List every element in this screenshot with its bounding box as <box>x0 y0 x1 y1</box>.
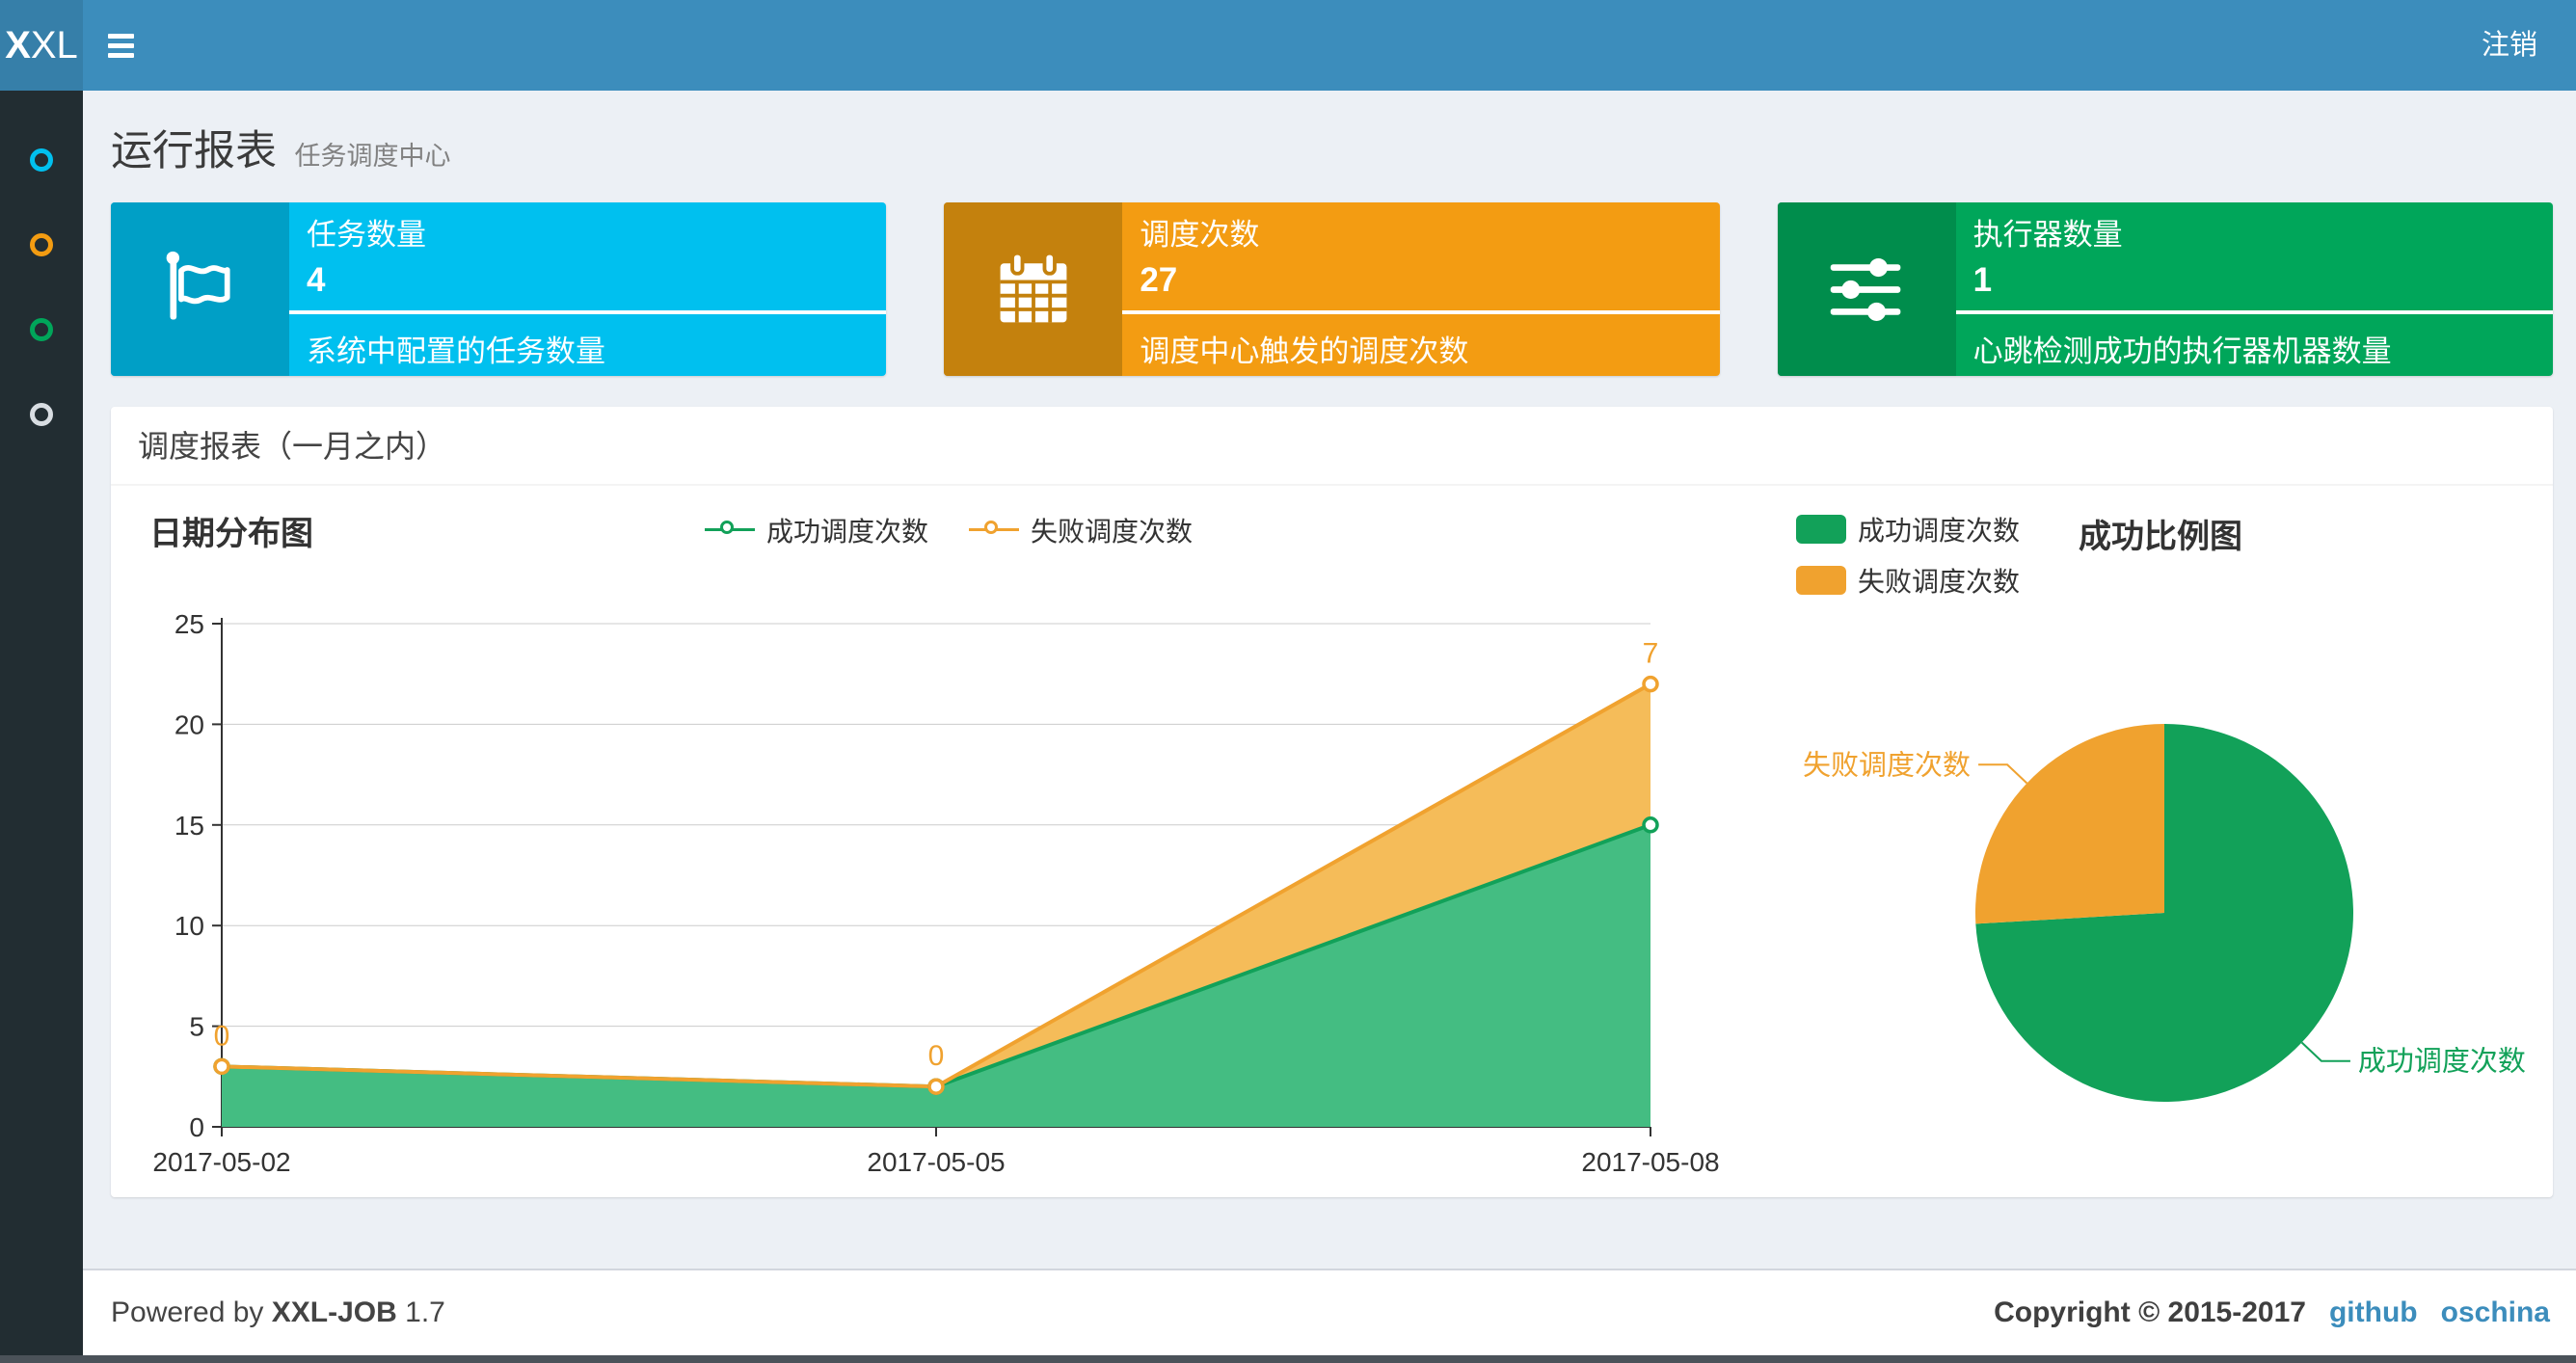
page-title: 运行报表 <box>111 128 277 174</box>
panel-title: 调度报表（一月之内） <box>111 407 2553 486</box>
info-box-value: 4 <box>307 261 326 299</box>
info-box-executors: 执行器数量 1 心跳检测成功的执行器机器数量 <box>1777 202 2553 376</box>
info-box-label: 调度次数 <box>1140 218 1260 252</box>
powered-by-text: Powered by <box>111 1296 264 1328</box>
svg-text:25: 25 <box>174 609 204 639</box>
copyright-text: Copyright © 2015-2017 <box>1994 1296 2306 1328</box>
sidebar-item-jobs[interactable] <box>0 202 83 287</box>
window-bottom-edge <box>0 1355 2576 1363</box>
app-logo[interactable]: X XL <box>0 0 83 91</box>
sidebar-menu <box>0 91 83 457</box>
flag-icon <box>111 202 289 376</box>
info-box-content: 任务数量 4 系统中配置的任务数量 <box>289 202 887 376</box>
svg-text:2017-05-02: 2017-05-02 <box>152 1147 290 1177</box>
info-box-value: 1 <box>1972 261 1993 299</box>
info-box-divider <box>1955 310 2553 314</box>
github-link[interactable]: github <box>2329 1296 2418 1329</box>
svg-text:2017-05-08: 2017-05-08 <box>1581 1147 1719 1177</box>
report-panel: 调度报表（一月之内） 日期分布图 成功调度次数 失败调度次数 成功调度次数 失败… <box>111 407 2553 1197</box>
logo-text-bold: X <box>5 23 31 67</box>
logout-link[interactable]: 注销 <box>2443 0 2576 91</box>
sidebar-item-executors[interactable] <box>0 287 83 372</box>
panel-body: 日期分布图 成功调度次数 失败调度次数 成功调度次数 失败调度次数 成功比例图 … <box>111 486 2553 1195</box>
info-box-label: 任务数量 <box>307 218 426 252</box>
footer-right: Copyright © 2015-2017 github oschina <box>1994 1296 2550 1329</box>
sidebar-item-logs[interactable] <box>0 372 83 457</box>
info-box-triggers: 调度次数 27 调度中心触发的调度次数 <box>944 202 1720 376</box>
svg-text:0: 0 <box>214 1020 230 1052</box>
info-box-row: 任务数量 4 系统中配置的任务数量 调度次数 27 调度中心触发的调度次数 执行… <box>83 202 2576 376</box>
hamburger-menu-icon[interactable] <box>108 33 134 58</box>
svg-text:成功调度次数: 成功调度次数 <box>2358 1046 2526 1078</box>
circle-outline-icon <box>30 233 53 256</box>
info-box-content: 执行器数量 1 心跳检测成功的执行器机器数量 <box>1955 202 2553 376</box>
circle-outline-icon <box>30 318 53 341</box>
svg-text:2017-05-05: 2017-05-05 <box>867 1147 1005 1177</box>
date-distribution-chart: 05101520252017-05-02 2017-05-05 2017-05-08… <box>152 609 1719 1177</box>
svg-text:0: 0 <box>928 1040 945 1072</box>
svg-text:10: 10 <box>174 911 204 941</box>
main-content: 运行报表 任务调度中心 任务数量 4 系统中配置的任务数量 调度次数 27 调度… <box>83 91 2576 1197</box>
svg-text:15: 15 <box>174 811 204 841</box>
svg-text:5: 5 <box>189 1012 204 1042</box>
info-box-divider <box>289 310 887 314</box>
svg-text:0: 0 <box>189 1112 204 1142</box>
success-ratio-pie-chart: 成功调度次数 失败调度次数 <box>1803 724 2526 1102</box>
svg-text:20: 20 <box>174 709 204 739</box>
footer: Powered by XXL-JOB 1.7 Copyright © 2015-… <box>83 1269 2576 1355</box>
info-box-desc: 心跳检测成功的执行器机器数量 <box>1972 334 2392 368</box>
logo-text-light: XL <box>30 23 78 67</box>
svg-text:失败调度次数: 失败调度次数 <box>1803 749 1971 781</box>
info-box-divider <box>1122 310 1720 314</box>
calendar-icon <box>944 202 1123 376</box>
circle-outline-icon <box>30 148 53 172</box>
info-box-jobs: 任务数量 4 系统中配置的任务数量 <box>111 202 887 376</box>
circle-outline-icon <box>30 403 53 426</box>
info-box-desc: 调度中心触发的调度次数 <box>1140 334 1469 368</box>
oschina-link[interactable]: oschina <box>2441 1296 2550 1329</box>
sidebar <box>0 91 83 1363</box>
info-box-content: 调度次数 27 调度中心触发的调度次数 <box>1122 202 1720 376</box>
product-version: 1.7 <box>405 1296 445 1328</box>
navbar: X XL 注销 <box>0 0 2576 91</box>
sliders-icon <box>1777 202 1956 376</box>
page-subtitle: 任务调度中心 <box>294 142 451 171</box>
sidebar-item-report[interactable] <box>0 118 83 202</box>
info-box-label: 执行器数量 <box>1972 218 2123 252</box>
svg-text:7: 7 <box>1643 638 1659 670</box>
page-header: 运行报表 任务调度中心 <box>83 91 2576 202</box>
info-box-value: 27 <box>1140 261 1178 299</box>
powered-by: Powered by XXL-JOB 1.7 <box>111 1296 445 1329</box>
info-box-desc: 系统中配置的任务数量 <box>307 334 605 368</box>
product-name: XXL-JOB <box>271 1296 397 1328</box>
